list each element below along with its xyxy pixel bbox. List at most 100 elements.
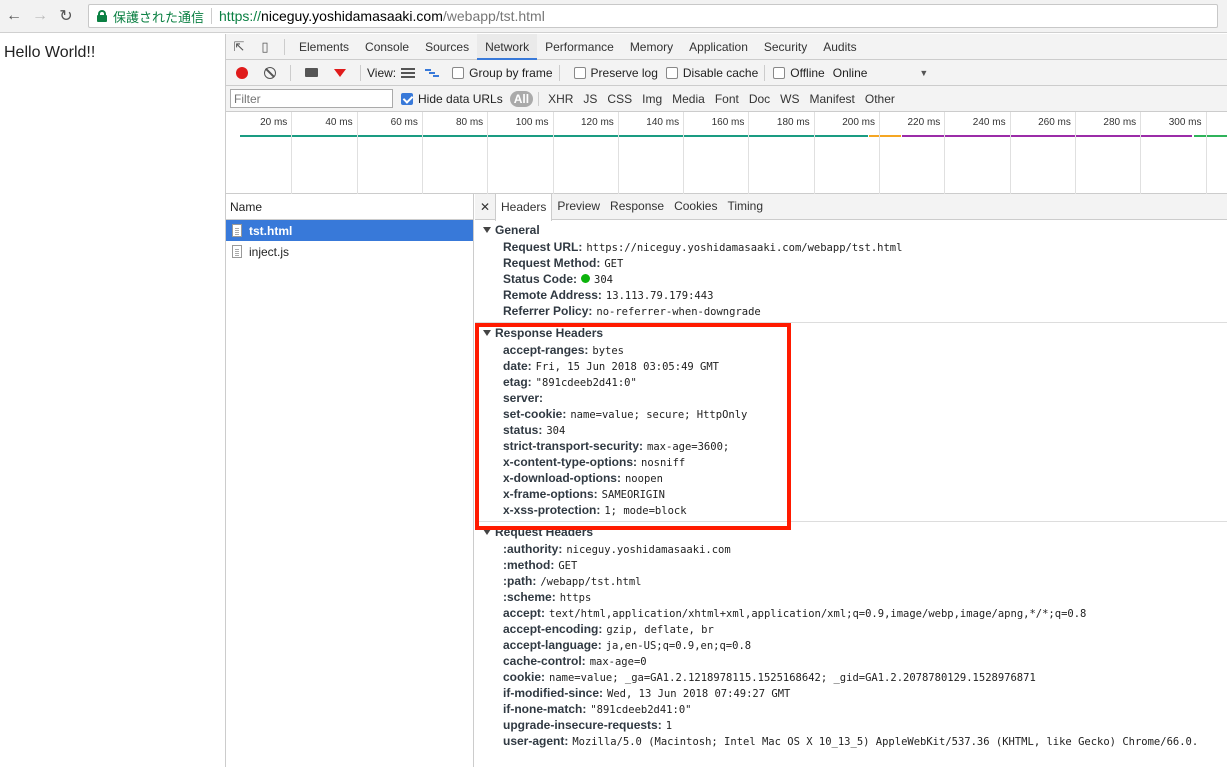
header-row: user-agent: Mozilla/5.0 (Macintosh; Intel…: [475, 733, 1227, 749]
type-filter-manifest[interactable]: Manifest: [806, 91, 859, 107]
header-key: date:: [503, 359, 532, 373]
disable-cache-checkbox[interactable]: Disable cache: [658, 66, 758, 80]
header-row: x-frame-options: SAMEORIGIN: [475, 486, 1227, 502]
header-key: user-agent:: [503, 734, 569, 748]
back-icon[interactable]: ←: [2, 4, 26, 28]
header-key: if-none-match:: [503, 702, 587, 716]
forward-icon[interactable]: →: [28, 4, 52, 28]
type-filter-js[interactable]: JS: [579, 91, 601, 107]
hide-data-urls-label: Hide data URLs: [418, 91, 503, 106]
tab-elements[interactable]: Elements: [291, 34, 357, 60]
reload-icon[interactable]: ↻: [54, 4, 78, 28]
group-by-frame-checkbox[interactable]: Group by frame: [444, 66, 553, 80]
devtools-panel: ⇱ ▯ Elements Console Sources Network Perform…: [225, 33, 1227, 767]
timeline-overview[interactable]: 20 ms 40 ms 60 ms 80 ms 100 ms 120 ms 140 ms 16…: [226, 112, 1227, 194]
throttle-select[interactable]: Online: [833, 66, 868, 80]
header-value: bytes: [592, 345, 624, 357]
tab-audits[interactable]: Audits: [815, 34, 864, 60]
tab-network[interactable]: Network: [477, 33, 538, 60]
tabbar-divider: [284, 38, 285, 55]
offline-label: Offline: [790, 65, 825, 80]
filter-icon[interactable]: [334, 68, 346, 77]
type-filter-img[interactable]: Img: [638, 91, 666, 107]
page-text: Hello World!!: [4, 44, 96, 61]
inspect-element-icon[interactable]: ⇱: [226, 34, 252, 60]
request-headers-section-header[interactable]: Request Headers: [475, 524, 1227, 541]
type-filter-other[interactable]: Other: [861, 91, 899, 107]
timeline-gridline: [813, 112, 815, 194]
type-filter-all[interactable]: All: [509, 90, 534, 107]
detail-tab-headers[interactable]: Headers: [495, 193, 553, 221]
overview-icon[interactable]: [425, 68, 440, 78]
type-filter-xhr[interactable]: XHR: [544, 91, 577, 107]
capture-screenshots-icon[interactable]: [305, 68, 318, 77]
type-filter-font[interactable]: Font: [711, 91, 743, 107]
header-value: nosniff: [641, 457, 686, 469]
timeline-bar: [240, 135, 868, 137]
address-bar[interactable]: 保護された通信 https://niceguy.yoshidamasaaki.c…: [88, 4, 1218, 28]
record-icon[interactable]: [236, 66, 248, 79]
status-ok-icon: [581, 274, 591, 283]
network-filterbar: Hide data URLs All XHRJSCSSImgMediaFontDo…: [226, 86, 1227, 112]
timeline-tick-label: 200 ms: [842, 117, 875, 128]
timeline-tick-label: 80 ms: [455, 117, 484, 128]
detail-tab-preview[interactable]: Preview: [552, 193, 605, 219]
type-filter-doc[interactable]: Doc: [745, 91, 774, 107]
details-tabbar: ✕ Headers Preview Response Cookies Timing: [475, 193, 1227, 221]
tab-security[interactable]: Security: [756, 34, 815, 60]
tab-sources[interactable]: Sources: [417, 34, 477, 60]
header-key: etag:: [503, 375, 532, 389]
request-details: ✕ Headers Preview Response Cookies Timing Ge…: [475, 193, 1227, 767]
header-key: status:: [503, 423, 543, 437]
timeline-gridline: [683, 112, 685, 194]
clear-icon[interactable]: [264, 66, 276, 79]
toolbar-divider: [764, 64, 766, 81]
timeline-gridline: [748, 112, 750, 194]
tab-console[interactable]: Console: [357, 34, 417, 60]
header-value: GET: [558, 560, 578, 572]
hide-data-urls-checkbox[interactable]: Hide data URLs: [393, 92, 503, 106]
filter-input[interactable]: [230, 89, 393, 108]
disable-cache-label: Disable cache: [682, 65, 759, 80]
url-path: /webapp/tst.html: [442, 8, 545, 24]
timeline-tick-label: 300 ms: [1168, 117, 1202, 128]
chevron-down-icon[interactable]: ▼: [919, 68, 928, 78]
header-key: Referrer Policy:: [503, 304, 593, 318]
timeline-gridline: [1205, 112, 1207, 194]
offline-checkbox[interactable]: Offline: [771, 65, 825, 80]
header-key: x-xss-protection:: [503, 503, 601, 517]
timeline-gridline: [552, 112, 554, 194]
close-icon[interactable]: ✕: [475, 200, 495, 214]
type-filter-ws[interactable]: WS: [776, 91, 803, 107]
header-row: status: 304: [475, 422, 1227, 438]
omnibox-divider: [211, 8, 213, 24]
tab-application[interactable]: Application: [681, 34, 756, 60]
preserve-log-checkbox[interactable]: Preserve log: [566, 66, 658, 80]
response-headers-section-header[interactable]: Response Headers: [475, 325, 1227, 342]
header-row: accept: text/html,application/xhtml+xml,a…: [475, 605, 1227, 621]
tab-memory[interactable]: Memory: [622, 34, 681, 60]
header-key: :path:: [503, 574, 537, 588]
detail-tab-response[interactable]: Response: [605, 193, 669, 219]
detail-tab-cookies[interactable]: Cookies: [669, 193, 722, 219]
document-icon: [232, 245, 242, 258]
triangle-down-icon: [483, 330, 491, 336]
device-toolbar-icon[interactable]: ▯: [252, 34, 278, 60]
timeline-gridline: [879, 112, 880, 194]
header-value: 304: [594, 274, 613, 286]
secure-label: 保護された通信: [113, 9, 205, 25]
general-section-header[interactable]: General: [475, 222, 1227, 239]
request-row[interactable]: tst.html: [226, 220, 473, 241]
type-filter-css[interactable]: CSS: [603, 91, 636, 107]
request-row[interactable]: inject.js: [226, 241, 473, 262]
large-rows-icon[interactable]: [401, 67, 416, 78]
header-row: :scheme: https: [475, 589, 1227, 605]
detail-tab-timing[interactable]: Timing: [722, 193, 768, 219]
devtools-tabbar: ⇱ ▯ Elements Console Sources Network Perform…: [226, 33, 1227, 60]
header-key: x-frame-options:: [503, 487, 598, 501]
column-header-name[interactable]: Name: [226, 194, 473, 220]
type-filter-media[interactable]: Media: [668, 91, 709, 107]
tab-performance[interactable]: Performance: [537, 34, 622, 60]
header-key: accept-encoding:: [503, 622, 603, 636]
header-value: name=value; _ga=GA1.2.1218978115.1525168…: [549, 672, 1036, 684]
